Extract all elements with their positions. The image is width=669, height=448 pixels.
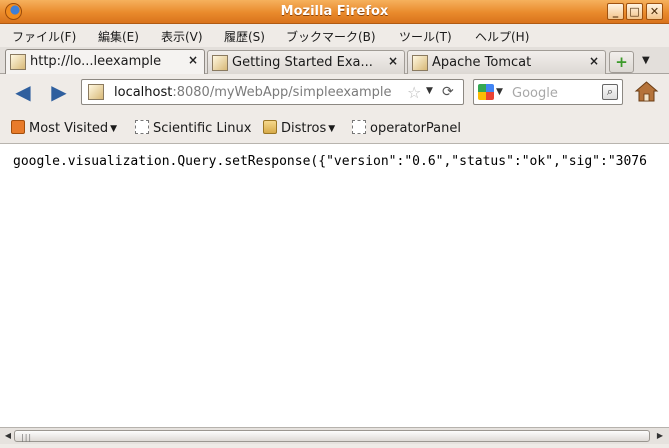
search-input[interactable]: Google	[512, 86, 558, 101]
response-text: google.visualization.Query.setResponse({…	[13, 154, 647, 169]
url-bar[interactable]: localhost:8080/myWebApp/simpleexample ☆ …	[81, 79, 464, 105]
minimize-button[interactable]: _	[607, 3, 624, 20]
page-icon	[135, 120, 149, 134]
page-icon	[352, 120, 366, 134]
menu-tools[interactable]: ツール(T)	[399, 28, 452, 45]
url-host: localhost	[114, 85, 173, 100]
tab-close-icon[interactable]: ×	[589, 54, 599, 68]
grip-icon: |||	[21, 433, 33, 442]
new-tab-button[interactable]: +	[609, 51, 634, 73]
bookmark-distros[interactable]: Distros ▼	[263, 120, 335, 136]
chevron-down-icon: ▼	[328, 124, 336, 134]
chevron-down-icon: ▼	[110, 124, 118, 134]
google-icon[interactable]	[478, 84, 494, 100]
close-button[interactable]: ✕	[646, 3, 663, 20]
menu-bar: ファイル(F) 編集(E) 表示(V) 履歴(S) ブックマーク(B) ツール(…	[0, 24, 669, 47]
bookmark-label: Scientific Linux	[153, 121, 252, 136]
forward-button[interactable]: ▶	[47, 81, 71, 103]
menu-edit[interactable]: 編集(E)	[98, 28, 139, 45]
search-bar[interactable]: ▼ Google ⌕	[473, 79, 623, 105]
bookmark-most-visited[interactable]: Most Visited ▼	[11, 120, 117, 136]
tab-simpleexample[interactable]: http://lo...leexample ×	[5, 49, 205, 74]
tab-close-icon[interactable]: ×	[388, 54, 398, 68]
menu-history[interactable]: 履歴(S)	[224, 28, 265, 45]
title-bar: Mozilla Firefox _ □ ✕	[0, 0, 669, 24]
status-bar	[0, 444, 669, 448]
tab-close-icon[interactable]: ×	[188, 53, 198, 67]
menu-view[interactable]: 表示(V)	[161, 28, 203, 45]
page-favicon-icon	[412, 55, 428, 71]
tab-label: Getting Started Exa...	[232, 55, 373, 70]
url-text[interactable]: localhost:8080/myWebApp/simpleexample	[114, 85, 392, 100]
site-identity-icon[interactable]	[88, 84, 104, 100]
bookmark-label: operatorPanel	[370, 121, 461, 136]
scroll-left-arrow-icon[interactable]: ◀	[1, 429, 15, 443]
bookmark-operator-panel[interactable]: operatorPanel	[352, 120, 461, 136]
tab-getting-started[interactable]: Getting Started Exa... ×	[207, 50, 405, 74]
search-go-button[interactable]: ⌕	[602, 84, 618, 100]
maximize-button[interactable]: □	[626, 3, 643, 20]
tab-label: http://lo...leexample	[30, 54, 162, 69]
menu-file[interactable]: ファイル(F)	[12, 28, 76, 45]
scrollbar-thumb[interactable]: |||	[14, 430, 650, 442]
horizontal-scrollbar[interactable]: ◀ ||| ▶	[0, 427, 669, 444]
page-content: google.visualization.Query.setResponse({…	[0, 145, 669, 427]
url-path: :8080/myWebApp/simpleexample	[172, 85, 392, 100]
bookmark-label: Distros	[281, 121, 327, 136]
tab-list-dropdown-icon[interactable]: ▼	[642, 55, 650, 66]
folder-icon	[263, 120, 277, 134]
bookmarks-toolbar: Most Visited ▼ Scientific Linux Distros ▼ …	[0, 111, 669, 144]
menu-bookmarks[interactable]: ブックマーク(B)	[286, 28, 376, 45]
home-icon	[634, 81, 659, 102]
menu-help[interactable]: ヘルプ(H)	[475, 28, 529, 45]
tab-apache-tomcat[interactable]: Apache Tomcat ×	[407, 50, 606, 74]
window-title: Mozilla Firefox	[280, 4, 389, 19]
bookmark-label: Most Visited	[29, 121, 109, 136]
navigation-toolbar: ◀ ▶ localhost:8080/myWebApp/simpleexampl…	[0, 74, 669, 111]
bookmark-star-icon[interactable]: ☆	[407, 83, 421, 102]
bookmark-scientific-linux[interactable]: Scientific Linux	[135, 120, 251, 136]
home-button[interactable]	[634, 80, 659, 104]
feed-icon	[11, 120, 25, 134]
page-favicon-icon	[10, 54, 26, 70]
history-dropdown-icon[interactable]: ▼	[426, 86, 433, 96]
back-button[interactable]: ◀	[11, 81, 35, 103]
page-favicon-icon	[212, 55, 228, 71]
search-engine-dropdown-icon[interactable]: ▼	[496, 87, 503, 97]
reload-icon[interactable]: ⟳	[442, 84, 454, 100]
scroll-right-arrow-icon[interactable]: ▶	[653, 429, 667, 443]
tab-label: Apache Tomcat	[432, 55, 532, 70]
tab-strip: http://lo...leexample × Getting Started …	[0, 47, 669, 74]
